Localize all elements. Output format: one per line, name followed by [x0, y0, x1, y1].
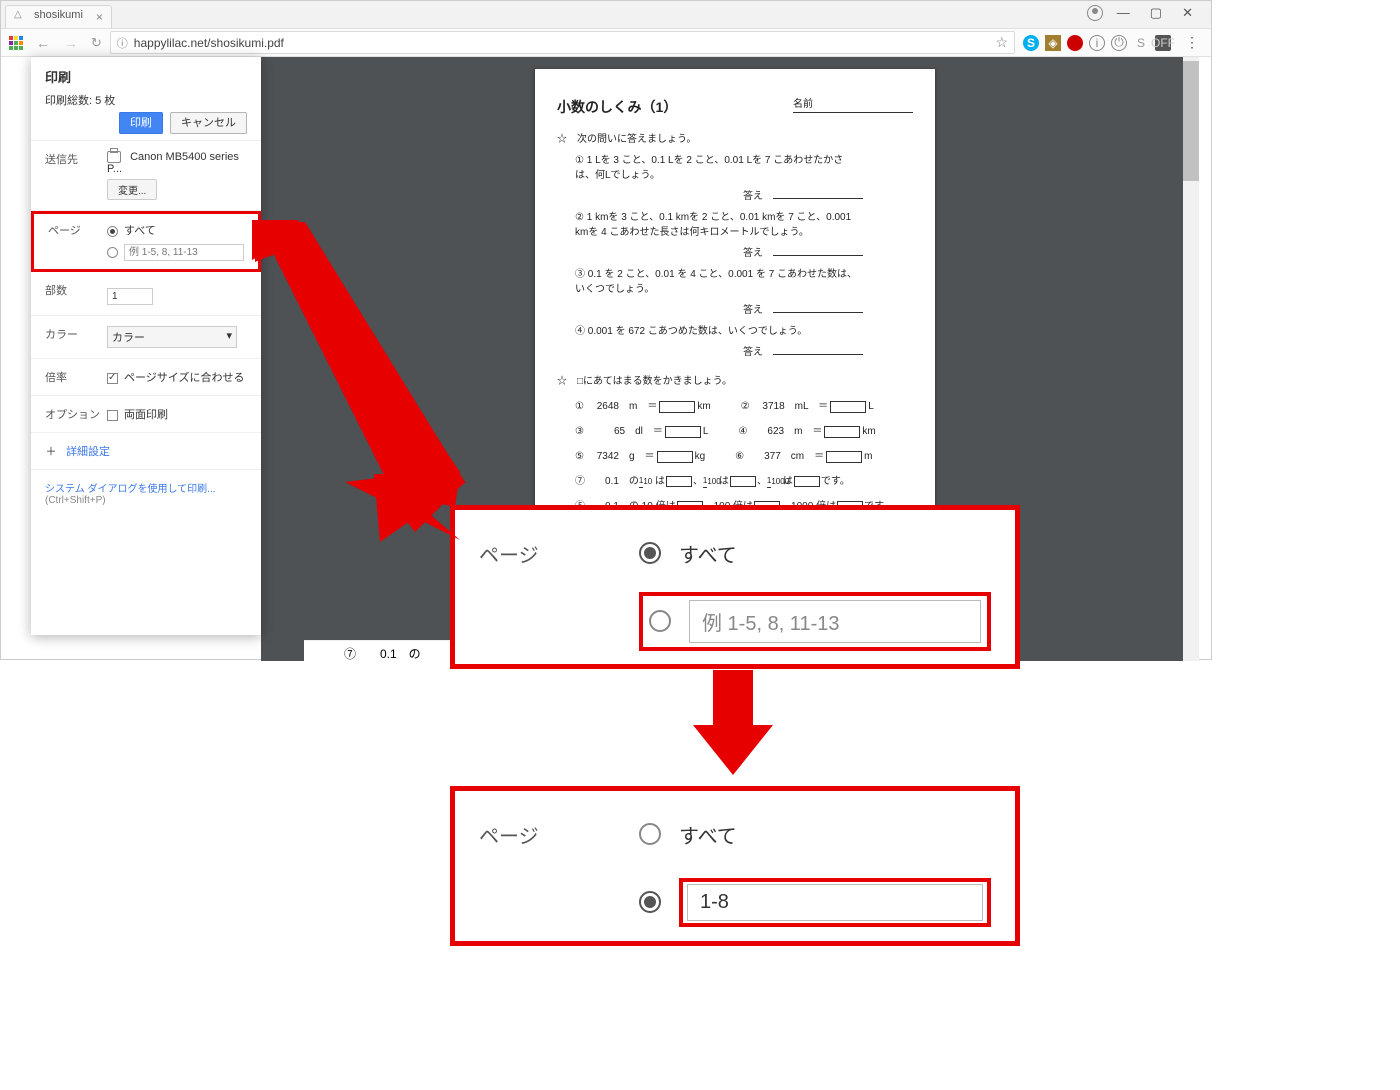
tab-title: shosikumi [34, 9, 83, 21]
pages-range-input-big[interactable]: 例 1-5, 8, 11-13 [689, 600, 981, 643]
pages-range-input[interactable] [124, 244, 244, 261]
print-dialog: 印刷 印刷総数: 5 枚 印刷 キャンセル 送信先 Canon MB5400 s… [31, 57, 261, 635]
color-label: カラー [45, 326, 107, 342]
extension-icon[interactable]: i [1089, 35, 1105, 51]
pages-all-radio-big[interactable] [639, 542, 661, 564]
info-icon[interactable]: ⓘ [117, 35, 128, 51]
callout-label: ページ [479, 539, 639, 568]
print-count: 印刷総数: 5 枚 [45, 92, 247, 108]
advanced-link[interactable]: 詳細設定 [66, 446, 110, 458]
menu-icon[interactable]: ⋮ [1179, 34, 1205, 51]
account-icon[interactable] [1087, 5, 1103, 21]
change-button[interactable]: 変更... [107, 179, 157, 200]
reload-icon[interactable]: ↻ [91, 35, 102, 51]
pages-all-radio-big-2[interactable] [639, 823, 661, 845]
printer-name: Canon MB5400 series P... [107, 151, 239, 175]
fit-checkbox[interactable] [107, 373, 118, 384]
scale-label: 倍率 [45, 369, 107, 385]
copies-input[interactable] [107, 288, 153, 305]
annotation-down-arrow-icon [693, 670, 773, 780]
extensions: S ◈ i ⏻ S OFF [1023, 35, 1171, 51]
fit-label: ページサイズに合わせる [124, 372, 244, 384]
callout-label-2: ページ [479, 820, 639, 849]
duplex-checkbox[interactable] [107, 410, 118, 421]
shortcut-text: (Ctrl+Shift+P) [45, 495, 247, 506]
pages-range-radio-big-2[interactable] [639, 891, 661, 913]
close-icon[interactable]: × [96, 10, 103, 24]
pages-all-text-big-2: すべて [679, 820, 737, 849]
option-label: オプション [45, 406, 107, 422]
pages-label: ページ [48, 222, 107, 238]
copies-label: 部数 [45, 282, 107, 298]
nav-controls: ← → [31, 35, 83, 51]
pages-all-text: すべて [124, 225, 156, 237]
address-bar[interactable]: ⓘ happylilac.net/shosikumi.pdf ☆ [110, 31, 1015, 54]
pages-range-input-big-2[interactable]: 1-8 [687, 884, 983, 921]
pages-all-radio[interactable] [107, 226, 118, 237]
pages-all-text-big: すべて [679, 539, 737, 568]
forward-icon[interactable]: → [59, 35, 83, 51]
window-controls: — ▢ ✕ [1087, 1, 1211, 28]
system-dialog-link[interactable]: システム ダイアログを使用して印刷... [45, 480, 247, 495]
apps-icon[interactable] [9, 36, 23, 50]
print-title: 印刷 [45, 67, 247, 86]
annotation-arrow-icon [250, 218, 470, 548]
browser-tab[interactable]: shosikumi × [5, 5, 112, 28]
annotation-callout-after: ページ すべて 1-8 [450, 786, 1020, 946]
extension-icon[interactable]: S [1133, 35, 1149, 51]
maximize-icon[interactable]: ▢ [1144, 5, 1168, 28]
minimize-icon[interactable]: — [1111, 5, 1136, 28]
printer-icon [107, 151, 121, 163]
print-button[interactable]: 印刷 [119, 112, 163, 134]
bookmark-icon[interactable]: ☆ [995, 34, 1008, 51]
skype-icon[interactable]: S [1023, 35, 1039, 51]
color-select[interactable]: カラー▾ [107, 326, 237, 348]
extension-icon[interactable]: OFF [1155, 35, 1171, 51]
extension-icon[interactable]: ⏻ [1111, 35, 1127, 51]
annotation-callout-before: ページ すべて 例 1-5, 8, 11-13 [450, 505, 1020, 669]
extension-icon[interactable] [1067, 35, 1083, 51]
cancel-button[interactable]: キャンセル [170, 112, 247, 134]
browser-toolbar: ← → ↻ ⓘ happylilac.net/shosikumi.pdf ☆ S… [1, 29, 1211, 57]
back-icon[interactable]: ← [31, 35, 55, 51]
destination-label: 送信先 [45, 151, 107, 167]
duplex-label: 両面印刷 [124, 409, 168, 421]
extension-icon[interactable]: ◈ [1045, 35, 1061, 51]
expand-icon[interactable]: ＋ [45, 443, 57, 459]
pages-range-radio-big[interactable] [649, 610, 671, 632]
scrollbar-thumb[interactable] [1183, 61, 1199, 181]
window-close-icon[interactable]: ✕ [1176, 5, 1199, 28]
doc-title: 小数のしくみ（1） [557, 97, 677, 118]
scrollbar[interactable] [1183, 57, 1199, 661]
url-text: happylilac.net/shosikumi.pdf [134, 36, 284, 50]
browser-titlebar: shosikumi × — ▢ ✕ [1, 1, 1211, 29]
chevron-down-icon: ▾ [226, 329, 232, 345]
pages-range-radio[interactable] [107, 247, 118, 258]
